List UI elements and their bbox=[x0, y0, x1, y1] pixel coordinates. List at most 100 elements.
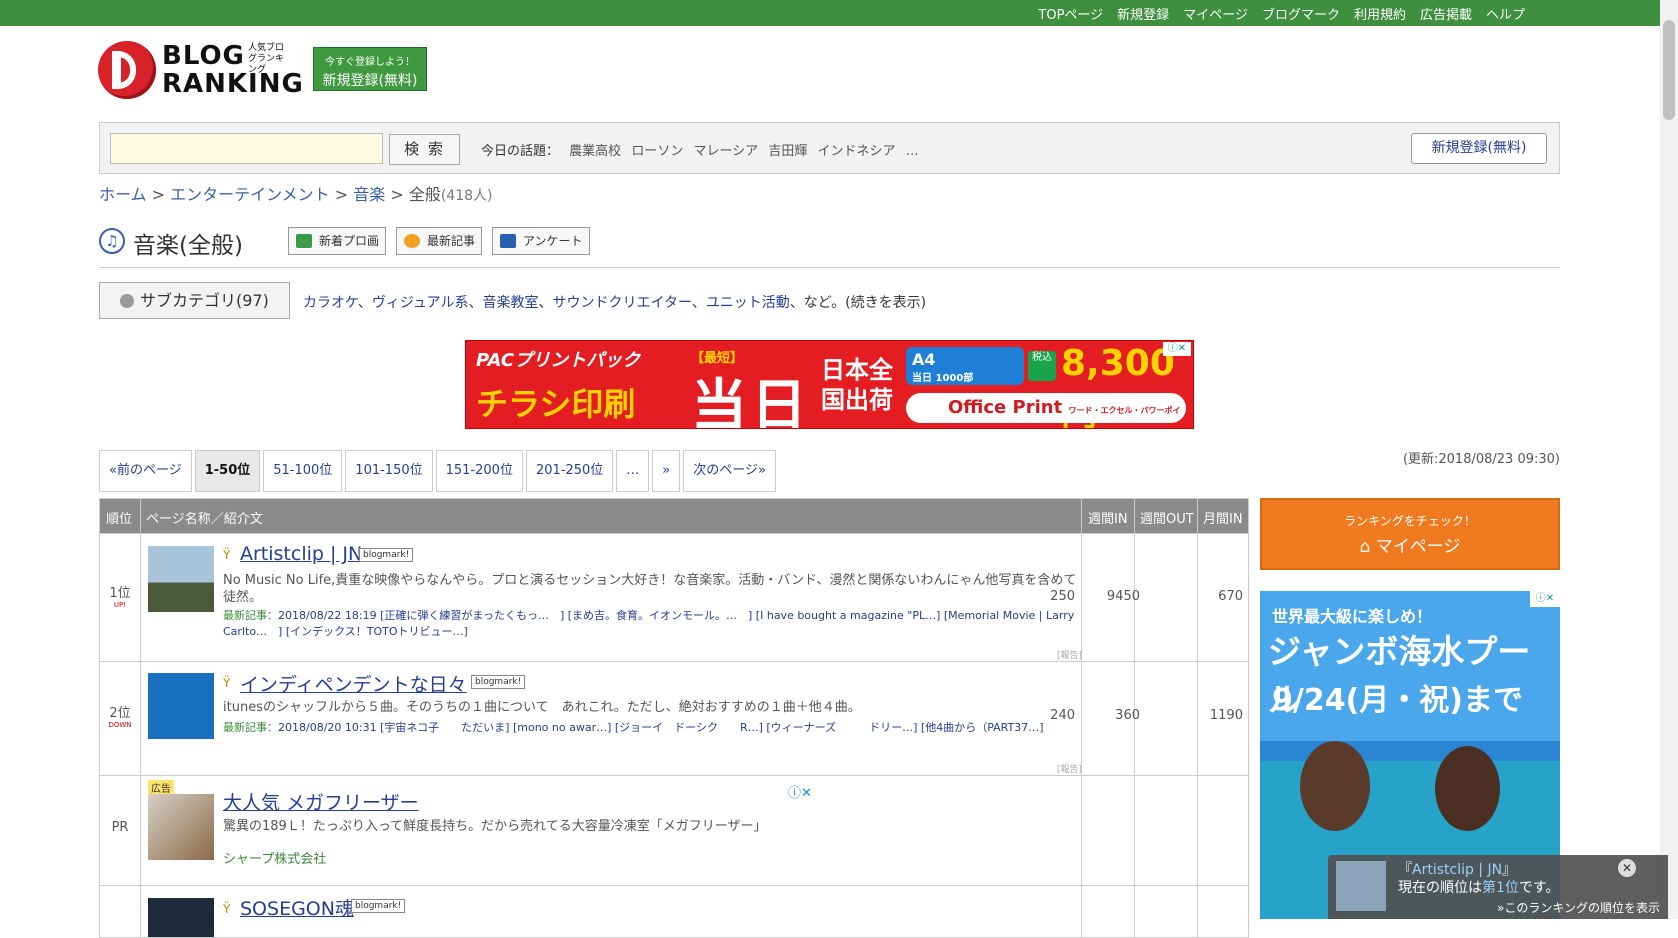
search-button[interactable]: 検 索 bbox=[389, 134, 460, 165]
register-badge-button[interactable]: 今すぐ登録しよう！ 新規登録(無料) bbox=[313, 47, 427, 91]
subcategory-button[interactable]: サブカテゴリ(97) bbox=[99, 282, 290, 319]
header-weekly-out: 週間OUT bbox=[1140, 512, 1194, 527]
subcat-more[interactable]: 、など。(続きを表示) bbox=[790, 295, 926, 311]
ad-person bbox=[1300, 741, 1370, 831]
latest-links[interactable]: 2018/08/20 10:31 [宇宙ネコ子 ただいま] [mono no a… bbox=[278, 721, 1044, 734]
blog-thumbnail[interactable] bbox=[148, 898, 214, 937]
latest-articles-button[interactable]: 最新記事 bbox=[396, 227, 482, 255]
subcategory-links: カラオケ、ヴィジュアル系、音楽教室、サウンドクリエイター、ユニット活動、など。(… bbox=[303, 295, 927, 311]
page-ellipsis[interactable]: … bbox=[616, 450, 650, 492]
scrollbar-thumb[interactable] bbox=[1663, 20, 1675, 120]
ad-person bbox=[1435, 746, 1500, 831]
header-name: ページ名称／紹介文 bbox=[146, 512, 263, 527]
breadcrumb-count: (418人) bbox=[440, 188, 493, 204]
rank-cell: 1位 UP! bbox=[100, 582, 140, 609]
weekly-in-value: 250 bbox=[1050, 589, 1075, 604]
pr-label: PR bbox=[111, 820, 129, 835]
logo-text-blog: BLOG bbox=[162, 41, 245, 71]
page-link[interactable]: 51-100位 bbox=[263, 450, 343, 492]
rank-toast: 『Artistclip | JN』 現在の順位は第1位です。 »このランキングの… bbox=[1328, 855, 1668, 919]
pr-thumbnail[interactable] bbox=[148, 794, 214, 860]
mypage-button[interactable]: ランキングをチェック！ ⌂ マイページ bbox=[1260, 498, 1560, 570]
pr-title-link[interactable]: 大人気 メガフリーザー bbox=[223, 788, 419, 815]
page-last-link[interactable]: » bbox=[652, 450, 681, 492]
page-link[interactable]: 151-200位 bbox=[435, 450, 523, 492]
register-button[interactable]: 新規登録(無料) bbox=[1411, 133, 1547, 164]
blog-thumbnail[interactable] bbox=[148, 673, 214, 739]
latest-links[interactable]: 2018/08/22 18:19 [正確に弾く練習がまったくもっ… ] [まめ吉… bbox=[223, 609, 1074, 638]
music-note-icon: ♫ bbox=[99, 228, 125, 254]
ad-close-icon[interactable]: ⓘ✕ bbox=[1163, 342, 1191, 356]
report-link[interactable]: [報告] bbox=[1057, 762, 1082, 775]
scrollbar[interactable] bbox=[1660, 0, 1678, 919]
nav-top[interactable]: TOPページ bbox=[1038, 4, 1103, 23]
prev-page-link[interactable]: «前のページ bbox=[99, 450, 192, 492]
blog-title-link[interactable]: SOSEGON魂 bbox=[240, 894, 354, 921]
toast-rank-link[interactable]: 第1位 bbox=[1482, 880, 1519, 896]
cloud-icon bbox=[120, 294, 134, 308]
nav-mypage[interactable]: マイページ bbox=[1183, 4, 1248, 23]
new-icon bbox=[404, 234, 420, 248]
nav-register[interactable]: 新規登録 bbox=[1117, 4, 1169, 23]
new-profile-image-button[interactable]: 新着プロ画 bbox=[288, 227, 386, 255]
next-page-link[interactable]: 次のページ» bbox=[683, 450, 776, 492]
topic-link[interactable]: インドネシア bbox=[818, 144, 896, 159]
survey-label: アンケート bbox=[523, 234, 583, 248]
rank-value: 2位 bbox=[109, 706, 131, 721]
top-bar: TOPページ 新規登録 マイページ ブログマーク 利用規約 広告掲載 ヘルプ bbox=[0, 0, 1660, 26]
breadcrumb-entertainment[interactable]: エンターテインメント bbox=[170, 185, 330, 204]
survey-button[interactable]: アンケート bbox=[492, 227, 590, 255]
topic-more-link[interactable]: … bbox=[906, 144, 919, 159]
blogmark-button[interactable]: blogmark! bbox=[351, 899, 406, 913]
page-link[interactable]: 201-250位 bbox=[525, 450, 614, 492]
ad-brand: PACプリントパック bbox=[476, 350, 641, 371]
nav-help[interactable]: ヘルプ bbox=[1486, 4, 1525, 23]
trend-down-icon: DOWN bbox=[108, 721, 132, 729]
mypage-small: ランキングをチェック！ bbox=[1344, 514, 1476, 528]
topic-link[interactable]: ローソン bbox=[631, 144, 683, 159]
register-badge-big: 新規登録(無料) bbox=[322, 73, 418, 89]
blog-title-link[interactable]: インディペンデントな日々 bbox=[240, 670, 467, 697]
trend-up-icon: UP! bbox=[113, 601, 127, 609]
mypage-label: ⌂ マイページ bbox=[1359, 537, 1461, 557]
subcat-link[interactable]: ユニット活動 bbox=[706, 295, 790, 311]
banner-ad[interactable]: PACプリントパック チラシ印刷 【最短】 当日 日本全国出荷 A4 当日 100… bbox=[465, 340, 1194, 429]
blog-description: itunesのシャッフルから５曲。そのうちの１曲について あれこれ。ただし、絶対… bbox=[223, 700, 861, 715]
pr-row: PR 広告 大人気 メガフリーザー 驚異の189Ｌ！たっぷり入って鮮度長持ち。だ… bbox=[100, 775, 1248, 885]
nav-blogmark[interactable]: ブログマーク bbox=[1262, 4, 1340, 23]
blog-title-link[interactable]: Artistclip | JN bbox=[240, 543, 362, 565]
ad-today: 当日 bbox=[691, 374, 811, 429]
header-monthly-in: 月間IN bbox=[1203, 512, 1243, 527]
topic-link[interactable]: 吉田輝 bbox=[768, 144, 807, 159]
toast-blog-link[interactable]: Artistclip | JN bbox=[1412, 862, 1502, 878]
side-ad-date: 9/24(月・祝)まで bbox=[1272, 683, 1524, 718]
breadcrumb-home[interactable]: ホーム bbox=[99, 185, 147, 204]
nav-ads[interactable]: 広告掲載 bbox=[1420, 4, 1472, 23]
page-link[interactable]: 101-150位 bbox=[345, 450, 433, 492]
report-link[interactable]: [報告] bbox=[1057, 648, 1082, 661]
mypage-big: マイページ bbox=[1375, 537, 1461, 557]
toast-close-icon[interactable]: ✕ bbox=[1618, 859, 1636, 877]
page-title: 音楽(全般) bbox=[133, 233, 243, 259]
search-input[interactable] bbox=[110, 133, 383, 164]
page-current[interactable]: 1-50位 bbox=[194, 450, 261, 492]
toast-ranking-link[interactable]: »このランキングの順位を表示 bbox=[1497, 899, 1660, 916]
subcat-link[interactable]: サウンドクリエイター bbox=[553, 295, 692, 311]
toast-quote-close: 』 bbox=[1502, 862, 1517, 878]
updated-time: (更新:2018/08/23 09:30) bbox=[1402, 452, 1560, 467]
ad-info-close-icon[interactable]: ⓘ✕ bbox=[788, 782, 812, 801]
subcat-link[interactable]: ヴィジュアル系 bbox=[372, 295, 469, 311]
subcat-link[interactable]: 音楽教室 bbox=[483, 295, 539, 311]
latest-label: 最新記事： bbox=[223, 609, 278, 622]
ad-close-icon[interactable]: ⓘ✕ bbox=[1530, 591, 1560, 607]
site-logo[interactable]: BLOG RANKING 人気ブログランキング bbox=[98, 41, 303, 101]
blogmark-button[interactable]: blogmark! bbox=[471, 675, 526, 689]
topic-link[interactable]: 農業高校 bbox=[569, 144, 621, 159]
breadcrumb-music[interactable]: 音楽 bbox=[353, 185, 385, 204]
subcat-link[interactable]: カラオケ bbox=[303, 295, 358, 311]
blogmark-button[interactable]: blogmark! bbox=[359, 548, 414, 562]
topic-link[interactable]: マレーシア bbox=[693, 144, 758, 159]
toast-rank-pre: 現在の順位は bbox=[1398, 880, 1482, 896]
nav-terms[interactable]: 利用規約 bbox=[1354, 4, 1406, 23]
blog-thumbnail[interactable] bbox=[148, 546, 214, 612]
